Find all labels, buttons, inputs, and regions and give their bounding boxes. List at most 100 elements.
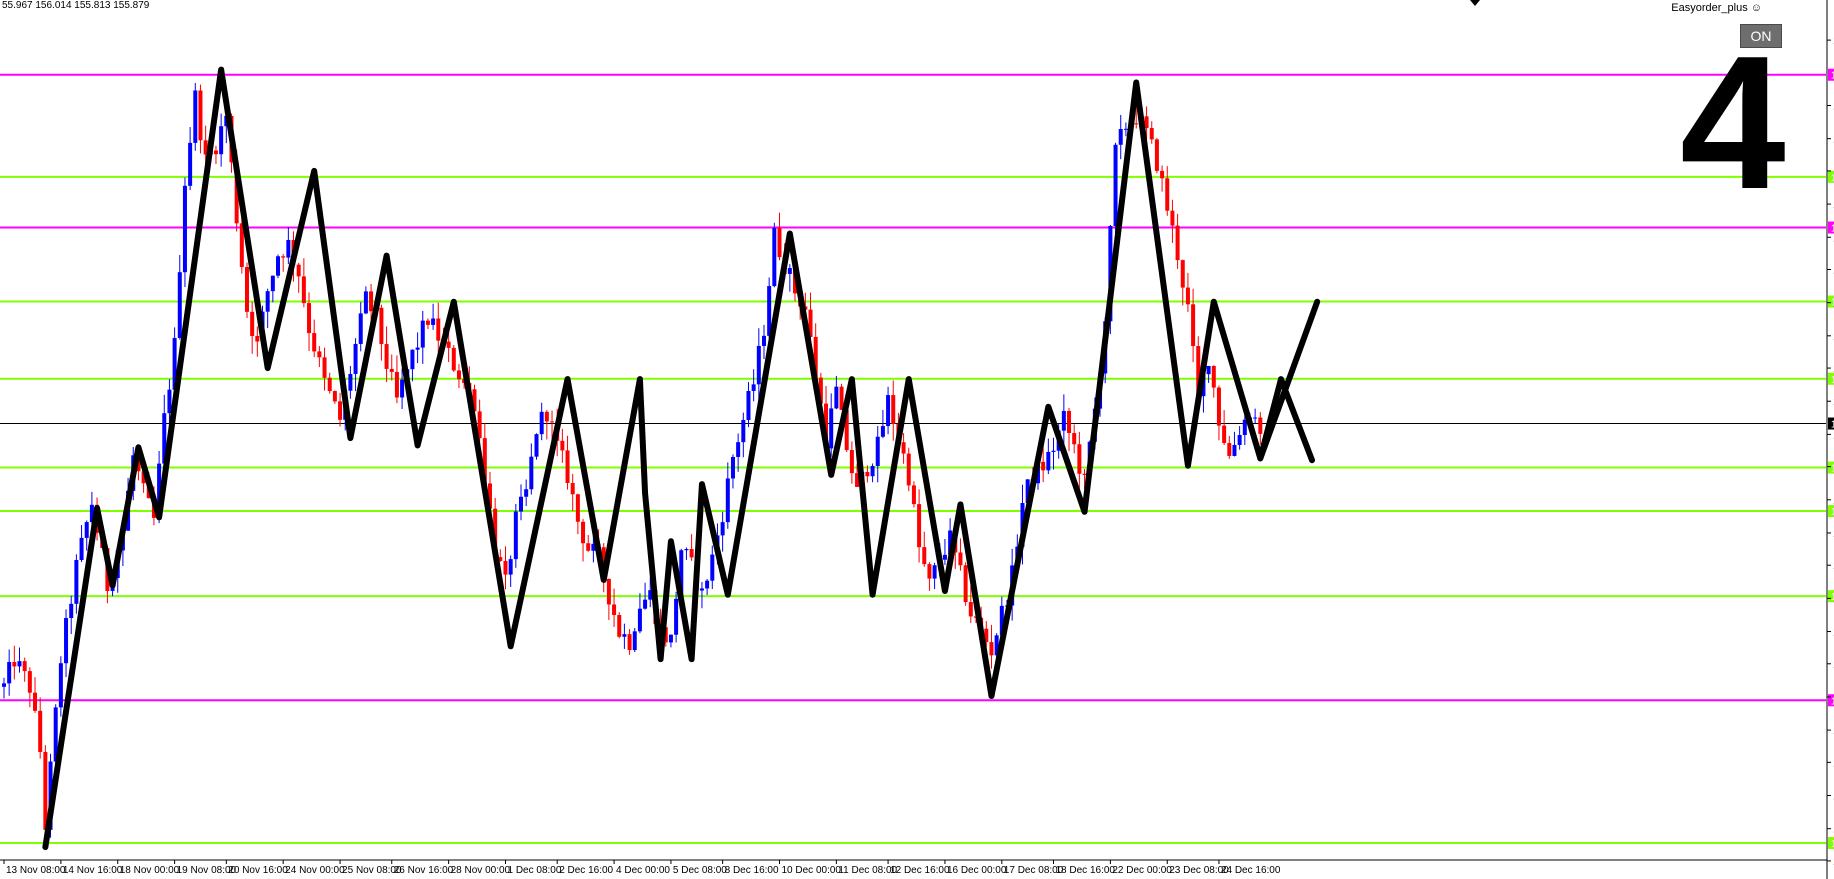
candle-body bbox=[281, 256, 286, 258]
candle-body bbox=[296, 264, 301, 277]
candle-body bbox=[17, 661, 22, 667]
time-tick-label: 8 Dec 16:00 bbox=[725, 865, 779, 876]
candle-body bbox=[632, 631, 637, 651]
candle-body bbox=[534, 434, 539, 457]
candle-body bbox=[1046, 451, 1051, 471]
candle-body bbox=[1072, 433, 1077, 445]
candle-body bbox=[301, 276, 306, 304]
candle-body bbox=[369, 291, 374, 312]
candle-body bbox=[420, 320, 425, 348]
candle-body bbox=[69, 603, 74, 619]
candle-body bbox=[353, 343, 358, 374]
candle-body bbox=[12, 662, 17, 667]
candle-body bbox=[2, 683, 6, 687]
time-tick-label: 13 Nov 08:00 bbox=[6, 865, 66, 876]
candle-body bbox=[219, 126, 224, 155]
candle-body bbox=[1258, 417, 1263, 434]
candle-body bbox=[637, 608, 642, 632]
candle-body bbox=[456, 370, 461, 380]
candle-body bbox=[570, 483, 575, 495]
candle-body bbox=[74, 559, 79, 604]
time-tick-label: 14 Nov 16:00 bbox=[63, 865, 123, 876]
candle-body bbox=[1185, 287, 1190, 305]
candle-body bbox=[451, 347, 456, 371]
candle-body bbox=[33, 692, 38, 711]
candle-body bbox=[276, 256, 281, 276]
time-tick-label: 4 Dec 00:00 bbox=[616, 865, 670, 876]
candle-body bbox=[338, 401, 343, 420]
time-tick-label: 20 Nov 16:00 bbox=[228, 865, 288, 876]
candle-body bbox=[244, 267, 249, 312]
candle-body bbox=[513, 511, 518, 560]
time-tick-label: 18 Nov 00:00 bbox=[120, 865, 180, 876]
candle-body bbox=[1134, 123, 1139, 125]
indicator-label: Easyorder_plus bbox=[1671, 2, 1748, 14]
candle-body bbox=[198, 90, 203, 141]
candle-body bbox=[958, 552, 963, 566]
candle-body bbox=[875, 436, 880, 467]
candle-body bbox=[58, 663, 63, 708]
candle-body bbox=[1237, 434, 1242, 445]
candle-body bbox=[699, 588, 704, 591]
candle-body bbox=[177, 272, 182, 338]
time-tick-label: 22 Dec 00:00 bbox=[1112, 865, 1172, 876]
indicator-name: Easyorder_plus ☺ bbox=[1671, 2, 1762, 14]
candle-body bbox=[834, 386, 839, 409]
candle-body bbox=[1232, 444, 1237, 456]
time-tick-label: 1 Dec 08:00 bbox=[507, 865, 561, 876]
candle-body bbox=[617, 615, 622, 637]
candle-body bbox=[668, 634, 673, 643]
candle-body bbox=[917, 504, 922, 548]
candle-body bbox=[1191, 304, 1196, 347]
time-tick-label: 12 Dec 16:00 bbox=[890, 865, 950, 876]
candle-body bbox=[1149, 128, 1154, 140]
time-tick-label: 10 Dec 00:00 bbox=[782, 865, 842, 876]
candle-body bbox=[1175, 225, 1180, 261]
candle-body bbox=[1170, 210, 1175, 226]
candle-body bbox=[22, 661, 27, 672]
candle-body bbox=[550, 421, 555, 423]
candle-body bbox=[332, 391, 337, 402]
candle-body bbox=[1061, 410, 1066, 431]
candle-body bbox=[358, 313, 363, 344]
candle-body bbox=[922, 547, 927, 565]
candle-body bbox=[519, 496, 523, 512]
candle-body bbox=[327, 377, 332, 392]
candle-body bbox=[389, 368, 394, 372]
candle-body bbox=[725, 478, 730, 523]
candle-body bbox=[167, 389, 172, 414]
candle-body bbox=[79, 537, 84, 560]
price-chart[interactable]: 157.772157.218156.943156.541156.122155.6… bbox=[0, 0, 1834, 879]
candle-body bbox=[751, 384, 756, 391]
candle-body bbox=[425, 320, 430, 325]
candle-body bbox=[674, 598, 679, 635]
candle-body bbox=[622, 634, 627, 637]
candle-body bbox=[415, 347, 420, 350]
candle-body bbox=[968, 602, 973, 617]
candle-body bbox=[431, 318, 436, 325]
candle-body bbox=[524, 489, 529, 497]
candle-body bbox=[865, 472, 870, 477]
candle-body bbox=[746, 390, 751, 421]
ohlc-readout: 55.967 156.014 155.813 155.879 bbox=[2, 0, 150, 11]
candle-body bbox=[544, 411, 549, 422]
candle-body bbox=[911, 485, 916, 505]
candle-body bbox=[322, 357, 327, 378]
candle-body bbox=[182, 185, 187, 273]
candle-body bbox=[1067, 410, 1072, 434]
candle-body bbox=[1041, 461, 1046, 471]
candle-body bbox=[436, 318, 441, 341]
candle-body bbox=[932, 565, 937, 579]
candle-body bbox=[270, 275, 275, 292]
candle-body bbox=[84, 522, 89, 538]
time-tick-label: 24 Dec 16:00 bbox=[1221, 865, 1281, 876]
candle-body bbox=[410, 349, 415, 370]
candle-body bbox=[38, 710, 43, 752]
candle-body bbox=[710, 554, 715, 581]
candle-body bbox=[560, 440, 565, 451]
candle-body bbox=[446, 341, 451, 348]
candle-body bbox=[1227, 443, 1232, 456]
time-tick-label: 28 Nov 00:00 bbox=[451, 865, 511, 876]
candle-body bbox=[1206, 365, 1211, 375]
candle-body bbox=[539, 411, 544, 435]
